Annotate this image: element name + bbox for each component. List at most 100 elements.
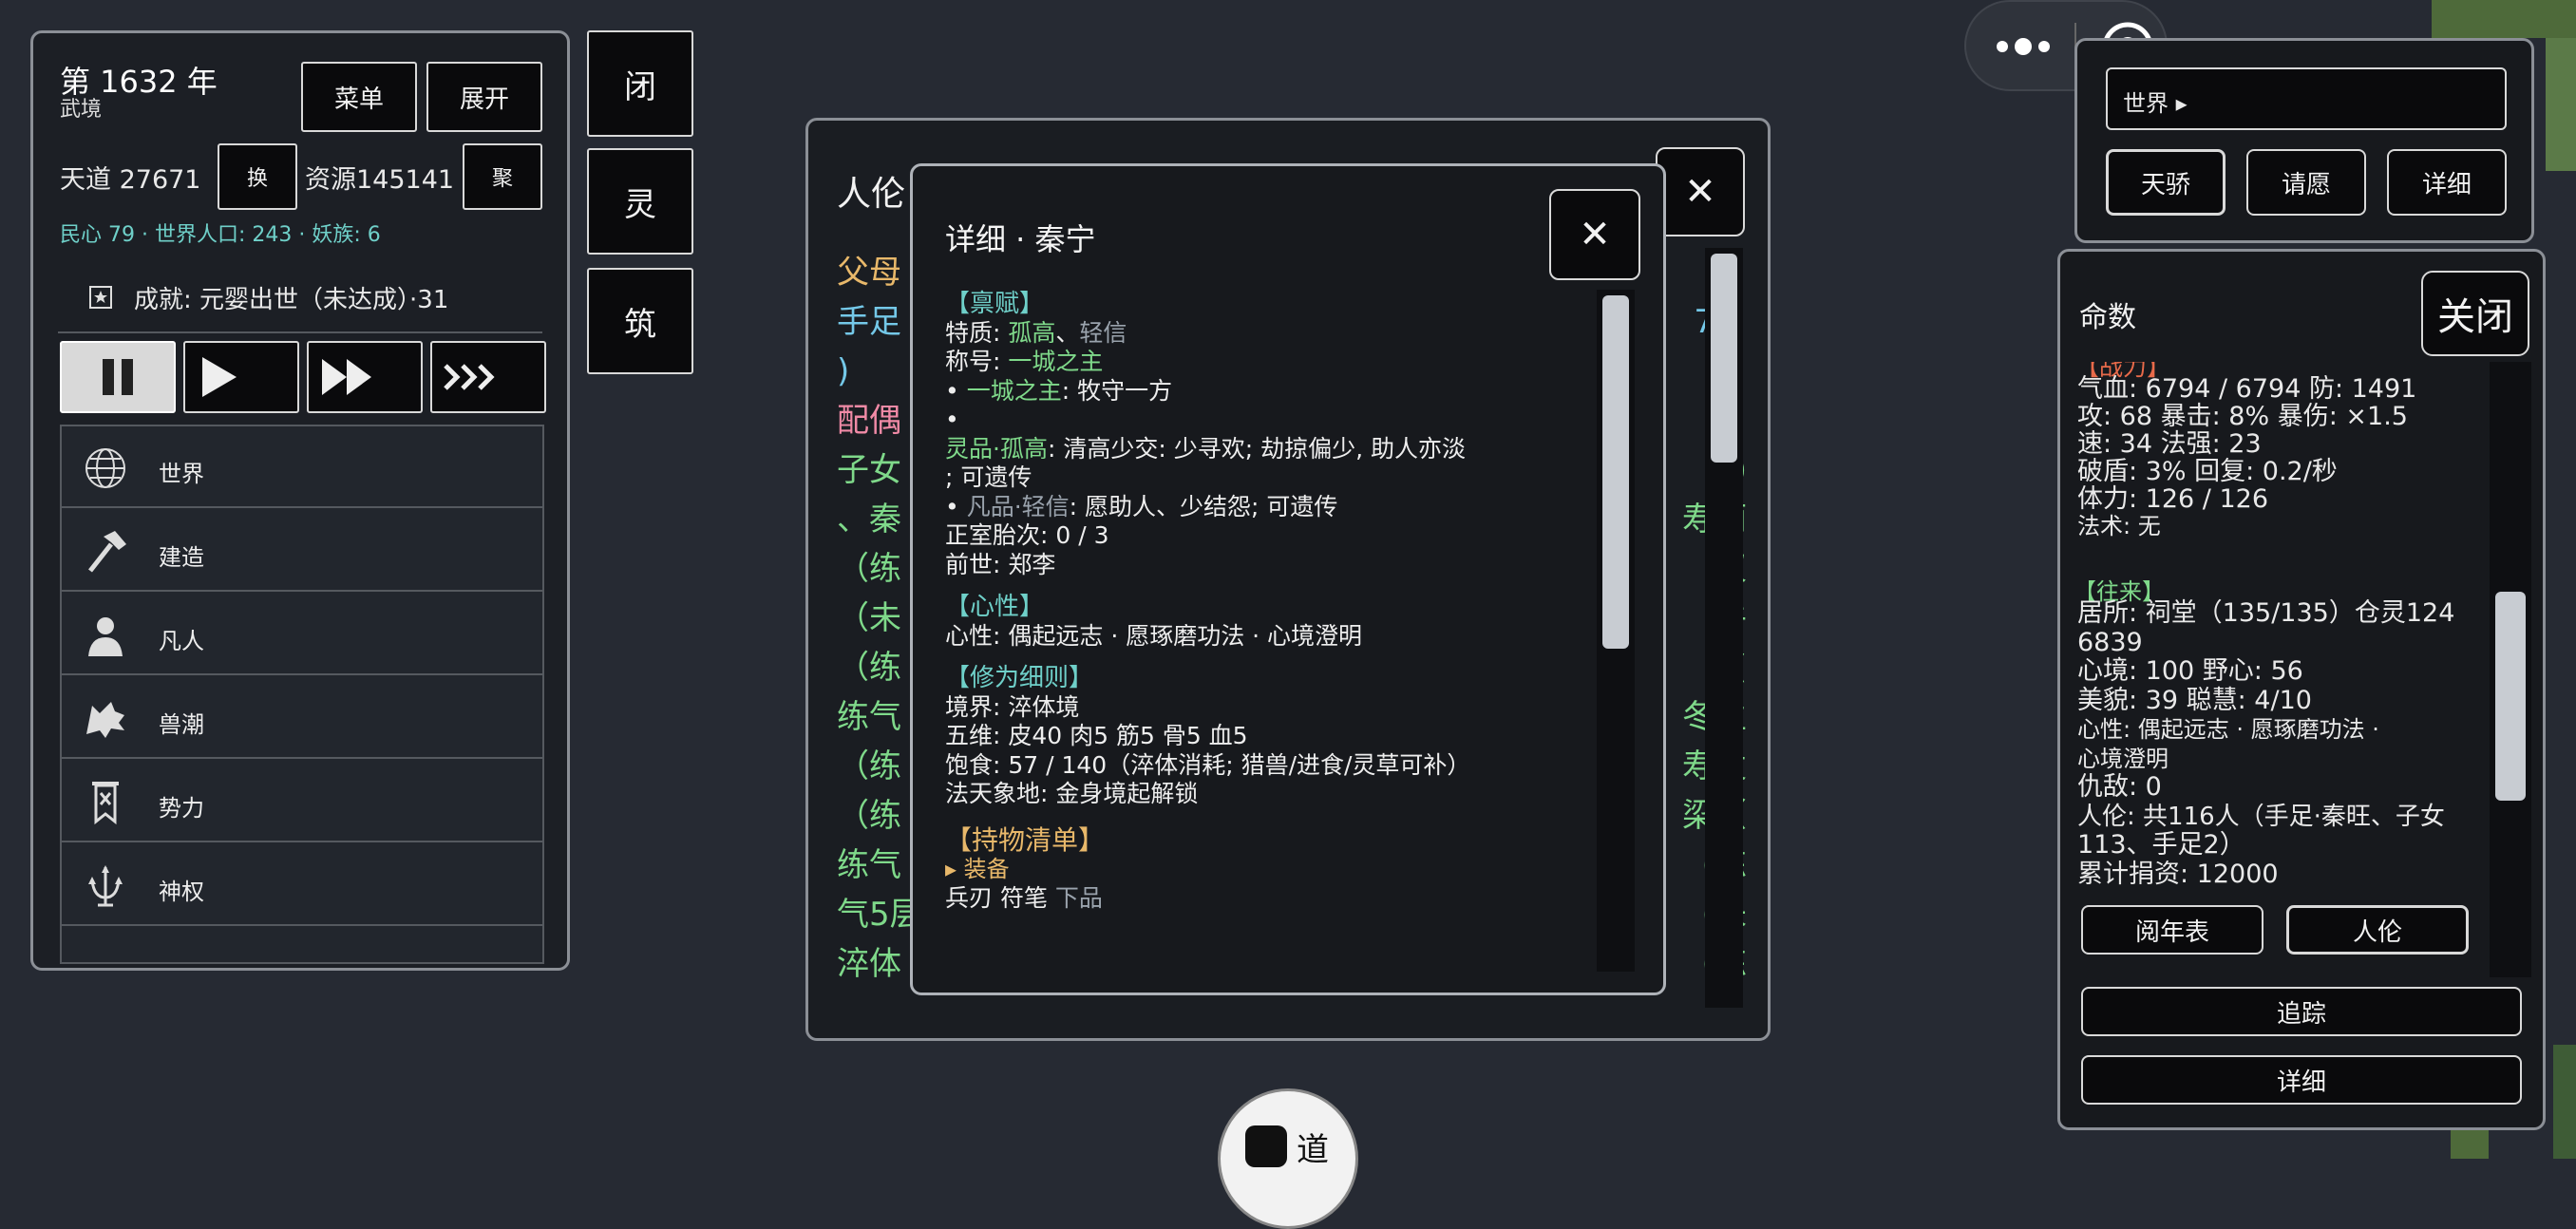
detail-text: 下品 [1054, 883, 1103, 912]
menu-item-factions[interactable]: 势力 [62, 761, 542, 842]
detail-subheader: ▸ 装备 [945, 856, 1010, 882]
detail-line: 前世: 郑李 [945, 551, 1553, 580]
detail-line: • 凡品·轻信: 愿助人、少结怨; 可遗传 [945, 493, 1553, 522]
detail-text: 孤高 [1008, 318, 1056, 347]
detail-text: 心性: 偶起远志 · 愿琢磨功法 · 心境澄明 [945, 621, 1363, 650]
dao-button[interactable]: 道 [1218, 1088, 1358, 1229]
detail-line: 特质: 孤高、轻信 [945, 319, 1553, 349]
menu-item-build[interactable]: 建造 [62, 510, 542, 592]
side-button-close[interactable]: 闭 [587, 30, 693, 137]
detail-text: 五维: 皮40 肉5 筋5 骨5 血5 [945, 722, 1248, 749]
detail-text: • [945, 406, 959, 433]
stat-line: 法术: 无 [2077, 513, 2161, 539]
detail-text: 境界: 淬体境 [945, 692, 1080, 721]
relations-list: 居所: 祠堂（135/135）仓灵124 6839 心境: 100 野心: 56… [2077, 598, 2476, 889]
divider [58, 331, 542, 333]
prodigy-button[interactable]: 天骄 [2106, 149, 2226, 216]
menu-item-label: 建造 [159, 544, 204, 571]
resources-label: 资源145141 [305, 165, 455, 195]
play-button[interactable] [183, 341, 299, 413]
detail-scrollbar-thumb[interactable] [1602, 295, 1629, 649]
menu-item-label: 势力 [159, 795, 204, 822]
detail-line: • [945, 406, 1553, 435]
menu-item-label: 世界 [159, 461, 204, 487]
map-tile [2451, 1130, 2489, 1159]
realm-label: 武境 [60, 98, 103, 122]
person-icon [88, 617, 123, 656]
map-tile [2546, 38, 2576, 171]
detail-close-button[interactable]: ✕ [1549, 189, 1640, 280]
detail-body: 【禀赋】 特质: 孤高、轻信 称号: 一城之主 • 一城之主: 牧守一方 • 灵品·孤高:… [945, 290, 1553, 913]
wolf-icon [86, 702, 124, 738]
achievement-label: 成就: 元婴出世（未达成）·31 [134, 285, 449, 314]
family-scrollbar-thumb[interactable] [1711, 254, 1737, 463]
menu-item-label: 兽潮 [159, 711, 204, 738]
detail-line: • 一城之主: 牧守一方 [945, 377, 1553, 407]
expand-button[interactable]: 展开 [426, 62, 542, 132]
petition-button[interactable]: 请愿 [2246, 149, 2366, 216]
detail-line: 灵品·孤高: 清高少交: 少寻欢; 劫掠偏少, 助人亦淡 [945, 435, 1553, 464]
detail-text: 、 [1055, 318, 1080, 347]
relation-line: 累计捐资: 12000 [2077, 859, 2279, 889]
hammer-icon [88, 531, 126, 573]
family-close-button[interactable]: ✕ [1656, 147, 1745, 236]
detail-text: ; 可遗传 [945, 463, 1032, 491]
menu-item-label: 凡人 [159, 628, 204, 654]
achievement-row[interactable]: 成就: 元婴出世（未达成）·31 [88, 278, 448, 316]
fate-title: 命数 [2079, 301, 2136, 334]
relation-line: 113、手足2） [2077, 830, 2245, 860]
stat-line: 破盾: 3% 回复: 0.2/秒 [2077, 457, 2338, 486]
fastest-button[interactable] [430, 341, 546, 413]
detail-section-header: 【禀赋】 [945, 290, 1045, 318]
detail-line: 正室胎次: 0 / 3 [945, 521, 1553, 551]
menu-item-beast-tide[interactable]: 兽潮 [62, 677, 542, 759]
detail-section-header: 【修为细则】 [945, 664, 1094, 692]
trident-icon [88, 865, 123, 907]
detail-text: 凡品·轻信 [966, 492, 1070, 520]
relation-line: 心境: 100 野心: 56 [2077, 656, 2303, 686]
detail-text: • [945, 376, 967, 405]
fate-scroll-area: 【战力】 气血: 6794 / 6794 防: 1491 攻: 68 暴击: 8… [2060, 362, 2478, 977]
detail-text: • [945, 492, 967, 520]
menu-item-divine-power[interactable]: 神权 [62, 844, 542, 926]
detail-text: 兵刃 符笔 [945, 883, 1055, 912]
swap-button[interactable]: 换 [218, 143, 297, 210]
dao-label: 道 [1297, 1131, 1329, 1169]
main-menu-list: 世界 建造 凡人 兽潮 势力 神权 [60, 425, 544, 964]
combat-stats: 气血: 6794 / 6794 防: 1491 攻: 68 暴击: 8% 暴伤:… [2077, 375, 2416, 540]
population-line: 民心 79 · 世界人口: 243 · 妖族: 6 [60, 223, 381, 247]
relation-line: 美貌: 39 聪慧: 4/10 [2077, 685, 2312, 715]
pause-icon [103, 359, 133, 395]
more-icon[interactable] [1995, 32, 2052, 61]
detail-line: 称号: 一城之主 [945, 348, 1553, 377]
detail-text: 法天象地: 金身境起解锁 [945, 780, 1199, 807]
detail-text: 一城之主 [1008, 348, 1104, 375]
detail-text: 饱食: 57 / 140（淬体消耗; 猎兽/进食/灵草可补） [945, 750, 1471, 779]
detail-section-header: 【持物清单】 [945, 823, 1106, 856]
detail-title: 详细 · 秦宁 [945, 221, 1096, 257]
detail-text: 轻信 [1079, 318, 1127, 347]
pause-button[interactable] [60, 341, 176, 413]
menu-item-label: 神权 [159, 879, 204, 905]
side-button-spirit[interactable]: 灵 [587, 148, 693, 255]
menu-item-world[interactable]: 世界 [62, 426, 542, 508]
relation-line: 人伦: 共116人（手足·秦旺、子女 [2077, 802, 2445, 831]
world-selector-label: 世界 ▸ [2123, 90, 2188, 117]
detail-text: 特质: [945, 318, 1009, 347]
detail-line: 兵刃 符笔 下品 [945, 884, 1553, 914]
stat-line: 攻: 68 暴击: 8% 暴伤: ×1.5 [2077, 402, 2408, 431]
tiandao-label: 天道 27671 [60, 165, 201, 195]
side-button-build[interactable]: 筑 [587, 268, 693, 374]
gather-button[interactable]: 聚 [463, 143, 542, 210]
detail-line: 心性: 偶起远志 · 愿琢磨功法 · 心境澄明 [945, 622, 1553, 652]
relation-line: 6839 [2077, 627, 2143, 657]
map-tile [2553, 1045, 2576, 1159]
chronicle-button[interactable]: 阅年表 [2081, 905, 2263, 955]
menu-item-mortals[interactable]: 凡人 [62, 594, 542, 675]
menu-button[interactable]: 菜单 [301, 62, 417, 132]
relation-line: 心境澄明 [2077, 745, 2169, 772]
stat-line: 速: 34 法强: 23 [2077, 429, 2262, 459]
stat-line: 气血: 6794 / 6794 防: 1491 [2077, 374, 2417, 404]
fast-forward-button[interactable] [307, 341, 423, 413]
fastest-icon [444, 364, 495, 390]
